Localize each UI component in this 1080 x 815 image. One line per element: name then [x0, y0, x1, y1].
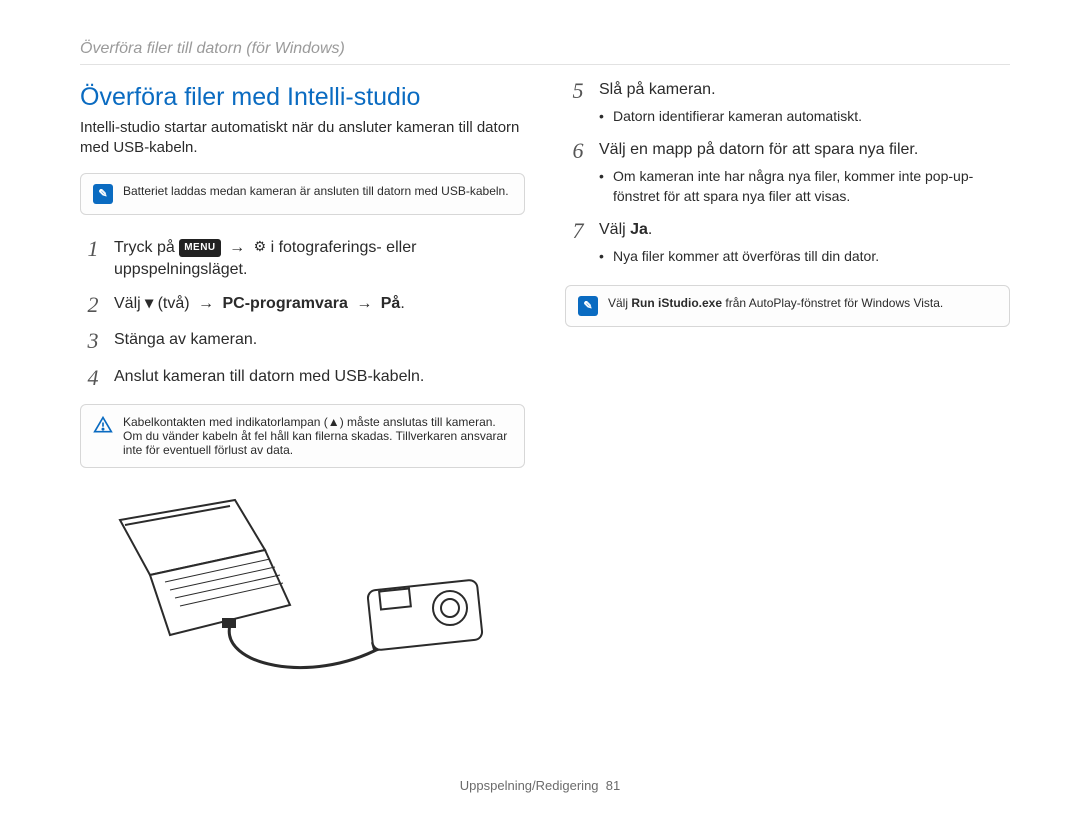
step-number-4: 4: [80, 366, 106, 390]
right-column: 5 Slå på kameran. Datorn identifierar ka…: [565, 79, 1010, 695]
warning-text: Kabelkontakten med indikatorlampan (▲) m…: [123, 415, 512, 457]
step-number-3: 3: [80, 329, 106, 353]
right-steps: 5 Slå på kameran. Datorn identifierar ka…: [565, 79, 1010, 267]
running-head: Överföra filer till datorn (för Windows): [80, 40, 1010, 58]
section-lead: Intelli-studio startar automatiskt när d…: [80, 118, 525, 159]
step-6: Välj en mapp på datorn för att spara nya…: [599, 139, 1010, 207]
step-4: Anslut kameran till datorn med USB-kabel…: [114, 366, 525, 390]
gear-icon: ⚙: [254, 238, 267, 254]
left-column: Överföra filer med Intelli-studio Intell…: [80, 79, 525, 695]
step-6-bullet: Om kameran inte har några nya filer, kom…: [599, 167, 1010, 206]
step-5-bullet: Datorn identifierar kameran automatiskt.: [599, 107, 1010, 127]
illustration-laptop-camera: [80, 490, 525, 695]
step-1: Tryck på MENU → ⚙ i fotograferings- elle…: [114, 237, 525, 282]
step-2: Välj ▾ (två) → PC-programvara → På.: [114, 293, 525, 317]
step-number-2: 2: [80, 293, 106, 317]
step-3: Stänga av kameran.: [114, 329, 525, 353]
step-number-5: 5: [565, 79, 591, 127]
footer-page-number: 81: [606, 778, 620, 793]
top-divider: [80, 64, 1010, 65]
menu-badge: MENU: [179, 239, 220, 257]
step-7-bullet: Nya filer kommer att överföras till din …: [599, 247, 1010, 267]
arrow-icon: →: [225, 239, 249, 256]
left-steps: 1 Tryck på MENU → ⚙ i fotograferings- el…: [80, 237, 525, 390]
arrow-icon: →: [194, 295, 218, 312]
step-number-7: 7: [565, 219, 591, 267]
note-box-vista: ✎ Välj Run iStudio.exe från AutoPlay-fön…: [565, 285, 1010, 327]
two-column-layout: Överföra filer med Intelli-studio Intell…: [80, 79, 1010, 695]
info-icon: ✎: [93, 184, 113, 204]
arrow-icon: →: [352, 295, 376, 312]
step-7: Välj Ja. Nya filer kommer att överföras …: [599, 219, 1010, 267]
step-number-1: 1: [80, 237, 106, 282]
info-icon: ✎: [578, 296, 598, 316]
step-5: Slå på kameran. Datorn identifierar kame…: [599, 79, 1010, 127]
note-vista-text: Välj Run iStudio.exe från AutoPlay-fönst…: [608, 296, 943, 310]
triangle-up-icon: ▲: [328, 415, 340, 429]
page-footer: Uppspelning/Redigering 81: [0, 778, 1080, 793]
note-box-battery: ✎ Batteriet laddas medan kameran är ansl…: [80, 173, 525, 215]
manual-page: Överföra filer till datorn (för Windows)…: [0, 0, 1080, 815]
footer-section: Uppspelning/Redigering: [460, 778, 599, 793]
note-text: Batteriet laddas medan kameran är anslut…: [123, 184, 509, 198]
step-number-6: 6: [565, 139, 591, 207]
section-heading: Överföra filer med Intelli-studio: [80, 83, 525, 112]
chevron-down-icon: ▾: [145, 295, 153, 312]
warning-box: Kabelkontakten med indikatorlampan (▲) m…: [80, 404, 525, 468]
warning-icon: [93, 415, 113, 438]
